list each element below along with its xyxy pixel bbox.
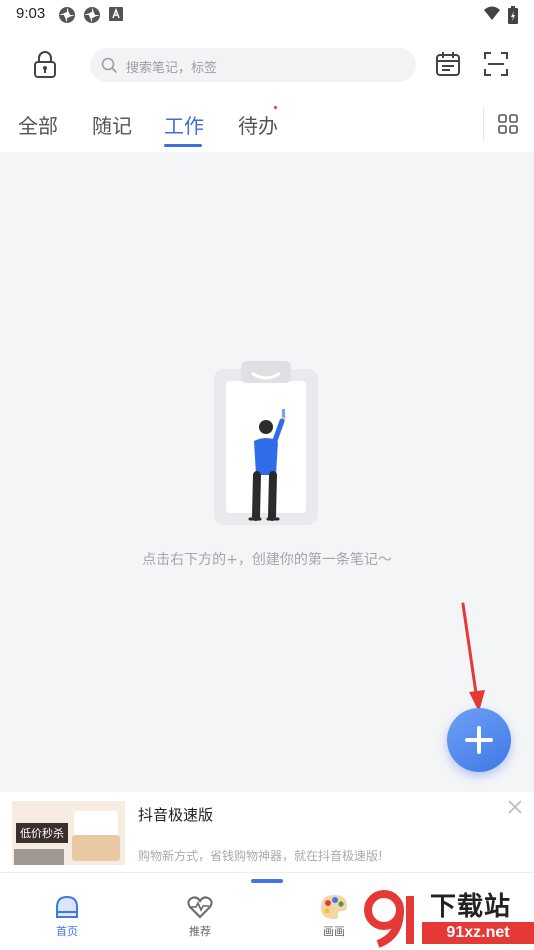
ad-image[interactable]: 低价秒杀: [12, 801, 125, 865]
nav-label-draw: 画画: [323, 925, 345, 938]
nav-item-recommend[interactable]: 推荐: [170, 893, 230, 939]
tab-work[interactable]: 工作: [164, 110, 204, 139]
font-icon: [109, 7, 123, 21]
add-note-button[interactable]: [447, 708, 511, 772]
tab-divider: [483, 108, 484, 140]
ad-product-box: [72, 835, 120, 861]
watermark-url: 91xz.net: [422, 922, 534, 944]
search-input[interactable]: 搜索笔记，标签: [90, 48, 416, 82]
nav-label-home: 首页: [56, 925, 78, 938]
ad-title: 抖音极速版: [138, 806, 214, 824]
grid-view-icon[interactable]: [498, 114, 518, 134]
status-bar: 9:03: [0, 0, 534, 30]
calendar-icon[interactable]: [434, 50, 462, 78]
home-icon: [56, 895, 78, 918]
notes-list-area[interactable]: 点击右下方的+，创建你的第一条笔记～: [0, 152, 534, 792]
nav-item-home[interactable]: 首页: [37, 893, 97, 939]
tab-todo[interactable]: 待办: [238, 110, 278, 139]
wifi-icon: [484, 6, 500, 20]
category-tabs: 全部 随记 工作 待办: [0, 100, 534, 152]
top-bar: 搜索笔记，标签: [0, 30, 534, 100]
heart-pulse-icon: [187, 896, 213, 919]
search-placeholder: 搜索笔记，标签: [126, 61, 218, 76]
lock-icon[interactable]: [30, 50, 60, 80]
tab-all[interactable]: 全部: [18, 110, 58, 139]
nav-handle: [251, 879, 283, 883]
watermark-title: 下载站: [430, 892, 512, 922]
close-icon[interactable]: [506, 798, 524, 816]
watermark-logo-icon: [364, 890, 414, 948]
pinwheel-icon: [84, 7, 100, 23]
annotation-arrow: [461, 602, 485, 712]
nav-item-draw[interactable]: 画画: [304, 893, 364, 939]
plus-icon: [465, 726, 493, 754]
scan-icon[interactable]: [482, 50, 510, 78]
empty-state-text: 点击右下方的+，创建你的第一条笔记～: [142, 552, 392, 568]
ad-description: 购物新方式，省钱购物神器，就在抖音极速版!: [138, 849, 383, 863]
site-watermark: 下载站 91xz.net: [364, 884, 534, 950]
notification-dot: [274, 106, 277, 109]
ad-image-corner: [14, 849, 64, 865]
empty-state-illustration: [214, 361, 318, 525]
pinwheel-icon: [59, 7, 75, 23]
ad-image-tag: 低价秒杀: [16, 823, 68, 843]
battery-icon: [508, 6, 518, 24]
ad-banner[interactable]: 低价秒杀 抖音极速版 购物新方式，省钱购物神器，就在抖音极速版!: [0, 792, 534, 872]
status-time: 9:03: [16, 5, 46, 22]
tab-notes[interactable]: 随记: [92, 110, 132, 139]
search-icon: [101, 57, 117, 73]
active-tab-indicator: [164, 144, 202, 147]
nav-label-recommend: 推荐: [189, 925, 211, 938]
palette-icon: [321, 895, 347, 919]
